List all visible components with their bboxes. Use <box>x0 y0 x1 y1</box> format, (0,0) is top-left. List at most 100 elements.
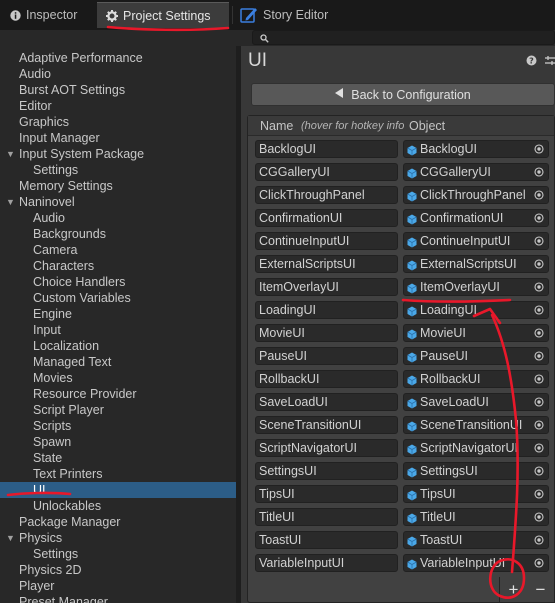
ui-object-field[interactable]: ItemOverlayUI <box>403 278 549 296</box>
sidebar-item[interactable]: Engine <box>0 306 236 322</box>
sidebar-item[interactable]: Backgrounds <box>0 226 236 242</box>
expand-arrow-icon[interactable]: ▼ <box>6 530 15 546</box>
ui-name-field[interactable]: SceneTransitionUI <box>255 416 398 434</box>
sidebar-item[interactable]: Characters <box>0 258 236 274</box>
ui-object-field[interactable]: VariableInputUI <box>403 554 549 572</box>
object-picker-icon[interactable] <box>530 371 548 387</box>
sidebar-item[interactable]: Custom Variables <box>0 290 236 306</box>
object-picker-icon[interactable] <box>530 440 548 456</box>
ui-name-field[interactable]: SettingsUI <box>255 462 398 480</box>
object-picker-icon[interactable] <box>530 555 548 571</box>
sidebar-item[interactable]: ▼ Physics <box>0 530 236 546</box>
back-to-configuration-button[interactable]: Back to Configuration <box>251 83 555 106</box>
object-picker-icon[interactable] <box>530 348 548 364</box>
sidebar-item[interactable]: ▼ Input System Package <box>0 146 236 162</box>
ui-object-field[interactable]: ToastUI <box>403 531 549 549</box>
tab-story-editor[interactable]: Story Editor <box>237 2 357 28</box>
sidebar-item[interactable]: Audio <box>0 66 236 82</box>
ui-name-field[interactable]: BacklogUI <box>255 140 398 158</box>
ui-object-field[interactable]: CGGalleryUI <box>403 163 549 181</box>
object-picker-icon[interactable] <box>530 394 548 410</box>
ui-name-field[interactable]: ScriptNavigatorUI <box>255 439 398 457</box>
ui-object-field[interactable]: SaveLoadUI <box>403 393 549 411</box>
sidebar-item[interactable]: Camera <box>0 242 236 258</box>
object-picker-icon[interactable] <box>530 532 548 548</box>
ui-object-field[interactable]: ConfirmationUI <box>403 209 549 227</box>
sidebar-item[interactable]: UI <box>0 482 236 498</box>
ui-name-field[interactable]: PauseUI <box>255 347 398 365</box>
settings-search-input[interactable] <box>252 30 555 45</box>
sidebar-item[interactable]: State <box>0 450 236 466</box>
sidebar-item[interactable]: Unlockables <box>0 498 236 514</box>
sidebar-item[interactable]: Scripts <box>0 418 236 434</box>
object-picker-icon[interactable] <box>530 509 548 525</box>
sidebar-item[interactable]: Physics 2D <box>0 562 236 578</box>
ui-name-field[interactable]: VariableInputUI <box>255 554 398 572</box>
expand-arrow-icon[interactable]: ▼ <box>6 146 15 162</box>
sidebar-item[interactable]: Memory Settings <box>0 178 236 194</box>
ui-object-field[interactable]: ClickThroughPanel <box>403 186 549 204</box>
sidebar-item[interactable]: Preset Manager <box>0 594 236 603</box>
object-picker-icon[interactable] <box>530 210 548 226</box>
sidebar-item[interactable]: Package Manager <box>0 514 236 530</box>
ui-object-field[interactable]: LoadingUI <box>403 301 549 319</box>
ui-object-field[interactable]: TitleUI <box>403 508 549 526</box>
ui-object-field[interactable]: SceneTransitionUI <box>403 416 549 434</box>
ui-object-field[interactable]: ContinueInputUI <box>403 232 549 250</box>
ui-object-field[interactable]: SettingsUI <box>403 462 549 480</box>
sidebar-item[interactable]: Text Printers <box>0 466 236 482</box>
ui-name-field[interactable]: ConfirmationUI <box>255 209 398 227</box>
ui-name-field[interactable]: TipsUI <box>255 485 398 503</box>
sidebar-item[interactable]: Adaptive Performance <box>0 50 236 66</box>
sliders-icon[interactable] <box>545 55 555 69</box>
sidebar-item[interactable]: Script Player <box>0 402 236 418</box>
ui-name-field[interactable]: ClickThroughPanel <box>255 186 398 204</box>
object-picker-icon[interactable] <box>530 417 548 433</box>
sidebar-item[interactable]: Settings <box>0 162 236 178</box>
ui-object-field[interactable]: PauseUI <box>403 347 549 365</box>
ui-name-field[interactable]: MovieUI <box>255 324 398 342</box>
ui-name-field[interactable]: ItemOverlayUI <box>255 278 398 296</box>
sidebar-item[interactable]: Audio <box>0 210 236 226</box>
ui-object-field[interactable]: ExternalScriptsUI <box>403 255 549 273</box>
help-icon[interactable]: ? <box>526 55 537 69</box>
remove-item-button[interactable]: − <box>536 580 546 600</box>
ui-name-field[interactable]: ExternalScriptsUI <box>255 255 398 273</box>
object-picker-icon[interactable] <box>530 302 548 318</box>
object-picker-icon[interactable] <box>530 233 548 249</box>
sidebar-item[interactable]: Localization <box>0 338 236 354</box>
sidebar-item[interactable]: Choice Handlers <box>0 274 236 290</box>
sidebar-item[interactable]: Burst AOT Settings <box>0 82 236 98</box>
sidebar-item[interactable]: Resource Provider <box>0 386 236 402</box>
ui-name-field[interactable]: ToastUI <box>255 531 398 549</box>
ui-name-field[interactable]: CGGalleryUI <box>255 163 398 181</box>
sidebar-item[interactable]: Editor <box>0 98 236 114</box>
ui-object-field[interactable]: ScriptNavigatorUI <box>403 439 549 457</box>
ui-name-field[interactable]: RollbackUI <box>255 370 398 388</box>
sidebar-item[interactable]: Graphics <box>0 114 236 130</box>
sidebar-item[interactable]: Movies <box>0 370 236 386</box>
ui-object-field[interactable]: BacklogUI <box>403 140 549 158</box>
ui-name-field[interactable]: LoadingUI <box>255 301 398 319</box>
add-item-button[interactable]: + <box>509 580 519 600</box>
ui-object-field[interactable]: TipsUI <box>403 485 549 503</box>
tab-inspector[interactable]: Inspector <box>0 2 92 28</box>
sidebar-item[interactable]: Player <box>0 578 236 594</box>
sidebar-item[interactable]: Input <box>0 322 236 338</box>
ui-name-field[interactable]: SaveLoadUI <box>255 393 398 411</box>
sidebar-item[interactable]: ▼ Naninovel <box>0 194 236 210</box>
object-picker-icon[interactable] <box>530 463 548 479</box>
tab-project-settings[interactable]: Project Settings <box>97 2 229 28</box>
sidebar-item[interactable]: Managed Text <box>0 354 236 370</box>
object-picker-icon[interactable] <box>530 256 548 272</box>
object-picker-icon[interactable] <box>530 187 548 203</box>
sidebar-item[interactable]: Settings <box>0 546 236 562</box>
object-picker-icon[interactable] <box>530 279 548 295</box>
object-picker-icon[interactable] <box>530 325 548 341</box>
object-picker-icon[interactable] <box>530 486 548 502</box>
object-picker-icon[interactable] <box>530 141 548 157</box>
sidebar-item[interactable]: Input Manager <box>0 130 236 146</box>
ui-object-field[interactable]: RollbackUI <box>403 370 549 388</box>
ui-object-field[interactable]: MovieUI <box>403 324 549 342</box>
ui-name-field[interactable]: TitleUI <box>255 508 398 526</box>
